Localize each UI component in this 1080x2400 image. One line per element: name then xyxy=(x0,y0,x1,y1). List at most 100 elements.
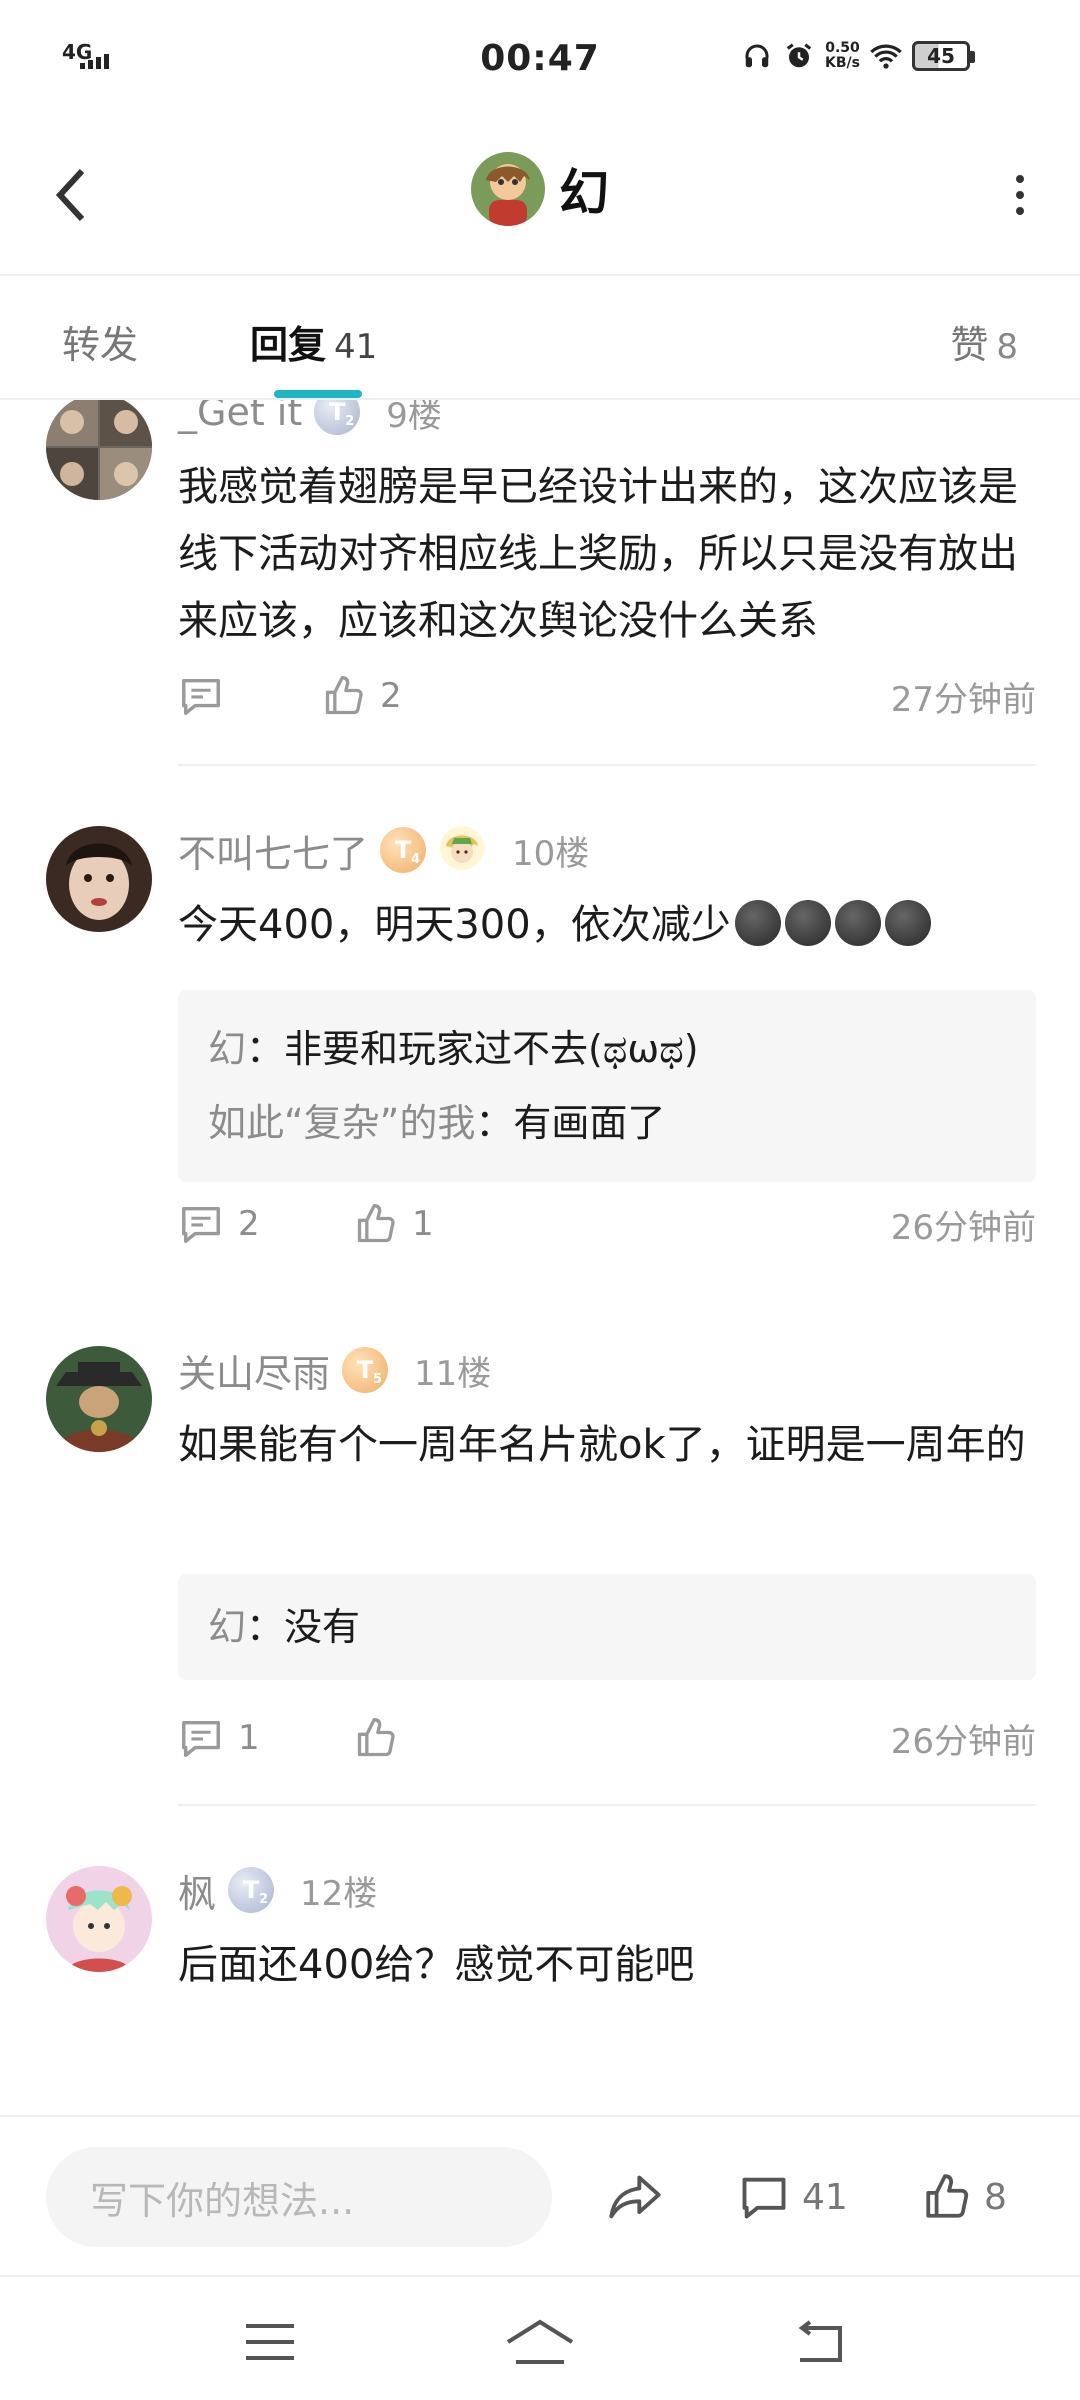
sub-reply[interactable]: 幻：没有 xyxy=(208,1590,1006,1664)
top-bar: 幻 xyxy=(0,120,1080,276)
sub-reply[interactable]: 幻：非要和玩家过不去(ಥωಥ) xyxy=(208,1012,1006,1086)
tab-forward[interactable]: 转发 xyxy=(62,314,138,369)
tab-like-count: 8 xyxy=(996,327,1018,367)
floor-number: 11楼 xyxy=(414,1353,492,1394)
comment-input[interactable]: 写下你的想法... xyxy=(46,2147,552,2247)
sub-reply-author[interactable]: 幻 xyxy=(208,1605,246,1649)
like-post-button[interactable]: 8 xyxy=(922,2162,1007,2232)
more-button[interactable] xyxy=(990,160,1050,230)
bottom-action-bar: 写下你的想法... 41 8 xyxy=(0,2115,1080,2275)
thumbs-up-icon xyxy=(357,1718,395,1757)
sub-reply[interactable]: 如此“复杂”的我：有画面了 xyxy=(208,1086,1006,1160)
reply-list[interactable]: _Get it T2 9楼 我感觉着翅膀是早已经设计出来的，这次应该是线下活动对… xyxy=(0,400,1080,2115)
floor-number: 12楼 xyxy=(300,1873,378,1914)
comment-header: 关山尽雨 T5 11楼 xyxy=(178,1342,491,1398)
avatar[interactable] xyxy=(46,1346,152,1452)
divider xyxy=(178,1804,1036,1806)
timestamp: 26分钟前 xyxy=(890,1721,1036,1762)
comment-text: 后面还400给？感觉不可能吧 xyxy=(178,1942,695,1988)
level-badge: T4 xyxy=(380,827,427,873)
sub-reply-text: 有画面了 xyxy=(513,1101,666,1145)
battery-level: 45 xyxy=(927,44,955,68)
comment-button[interactable]: 41 xyxy=(738,2162,848,2232)
comment-text: 我感觉着翅膀是早已经设计出来的，这次应该是线下活动对齐相应线上奖励，所以只是没有… xyxy=(178,464,1018,644)
badge-letter: T xyxy=(356,1356,374,1384)
page-title: 幻 xyxy=(559,164,609,222)
comment-count: 41 xyxy=(802,2176,848,2218)
smirk-emoji-icon xyxy=(734,900,781,946)
sub-replies[interactable]: 幻：没有 xyxy=(178,1574,1036,1680)
tab-reply-label: 回复 xyxy=(250,323,327,367)
badge-letter: T xyxy=(394,836,412,864)
reply-button[interactable] xyxy=(178,666,238,726)
status-bar: 4G 00:47 0.50 KB/s 45 xyxy=(0,0,1080,120)
username[interactable]: 枫 xyxy=(178,1863,216,1918)
badge-level: 5 xyxy=(372,1372,383,1387)
battery-icon: 45 xyxy=(912,41,975,71)
comment-icon xyxy=(182,678,220,715)
more-dot xyxy=(1016,191,1024,199)
comment-actions: 1 26分钟前 xyxy=(178,1708,1036,1768)
home-button[interactable] xyxy=(500,2307,580,2377)
speed-value: 0.50 xyxy=(825,40,860,56)
like-button[interactable] xyxy=(354,1708,412,1768)
like-count: 2 xyxy=(380,676,402,716)
more-vertical-icon xyxy=(1016,175,1024,183)
thumbs-up-icon xyxy=(926,2174,969,2218)
smirk-emoji-icon xyxy=(884,900,931,946)
reply-button[interactable]: 2 xyxy=(178,1194,260,1254)
tab-bar: 转发 回复 41 赞8 xyxy=(0,278,1080,400)
sub-reply-separator: ： xyxy=(475,1101,514,1145)
comment-icon xyxy=(742,2177,786,2219)
badge-level: 2 xyxy=(258,1892,269,1907)
wifi-icon xyxy=(870,40,902,72)
username[interactable]: _Get it xyxy=(178,400,302,434)
username[interactable]: 关山尽雨 xyxy=(178,1343,330,1398)
comment-icon xyxy=(182,1206,220,1243)
more-dot xyxy=(1016,207,1024,215)
tab-reply[interactable]: 回复 41 xyxy=(250,314,377,369)
comment-actions: 2 27分钟前 xyxy=(178,666,1036,726)
sub-reply-author[interactable]: 如此“复杂”的我 xyxy=(208,1101,475,1145)
username[interactable]: 不叫七七了 xyxy=(178,823,368,878)
post-author[interactable]: 幻 xyxy=(0,152,1080,226)
tab-like[interactable]: 赞8 xyxy=(950,314,1018,369)
headphones-icon xyxy=(741,40,773,72)
thumbs-up-icon xyxy=(357,1204,395,1243)
level-badge: T2 xyxy=(314,400,361,435)
sub-reply-author[interactable]: 幻 xyxy=(208,1027,246,1071)
menu-button[interactable] xyxy=(230,2307,310,2377)
tab-like-label: 赞 xyxy=(950,323,989,367)
sub-reply-separator: ： xyxy=(246,1027,285,1071)
author-avatar[interactable] xyxy=(471,152,545,226)
status-icons: 0.50 KB/s 45 xyxy=(741,40,975,72)
comment-header: _Get it T2 9楼 xyxy=(178,400,442,440)
avatar[interactable] xyxy=(46,1866,152,1972)
sub-reply-text: 非要和玩家过不去(ಥωಥ) xyxy=(284,1027,699,1071)
like-button[interactable]: 1 xyxy=(354,1194,434,1254)
sub-replies[interactable]: 幻：非要和玩家过不去(ಥωಥ) 如此“复杂”的我：有画面了 xyxy=(178,990,1036,1182)
badge-level: 2 xyxy=(345,414,355,429)
reply-count: 1 xyxy=(238,1718,260,1758)
smirk-emoji-icon xyxy=(834,900,881,946)
timestamp: 26分钟前 xyxy=(890,1207,1036,1248)
comment-header: 枫 T2 12楼 xyxy=(178,1862,377,1918)
avatar[interactable] xyxy=(46,826,152,932)
share-button[interactable] xyxy=(600,2162,670,2232)
divider xyxy=(178,764,1036,766)
back-nav-button[interactable] xyxy=(780,2307,860,2377)
avatar[interactable] xyxy=(46,400,152,500)
comment-header: 不叫七七了 T4 10楼 xyxy=(178,822,589,878)
reply-button[interactable]: 1 xyxy=(178,1708,260,1768)
speed-unit: KB/s xyxy=(825,55,860,71)
tab-reply-count: 41 xyxy=(334,327,378,367)
network-speed: 0.50 KB/s xyxy=(825,41,860,71)
like-button[interactable]: 2 xyxy=(322,666,402,726)
home-icon xyxy=(506,2319,574,2364)
badge-letter: T xyxy=(329,400,346,426)
sub-reply-text: 没有 xyxy=(284,1605,361,1649)
tab-forward-label: 转发 xyxy=(62,323,139,367)
comment-text: 如果能有个一周年名片就ok了，证明是一周年的 xyxy=(178,1422,1026,1468)
system-navigation-bar xyxy=(0,2275,1080,2400)
level-badge: T2 xyxy=(228,1867,275,1913)
